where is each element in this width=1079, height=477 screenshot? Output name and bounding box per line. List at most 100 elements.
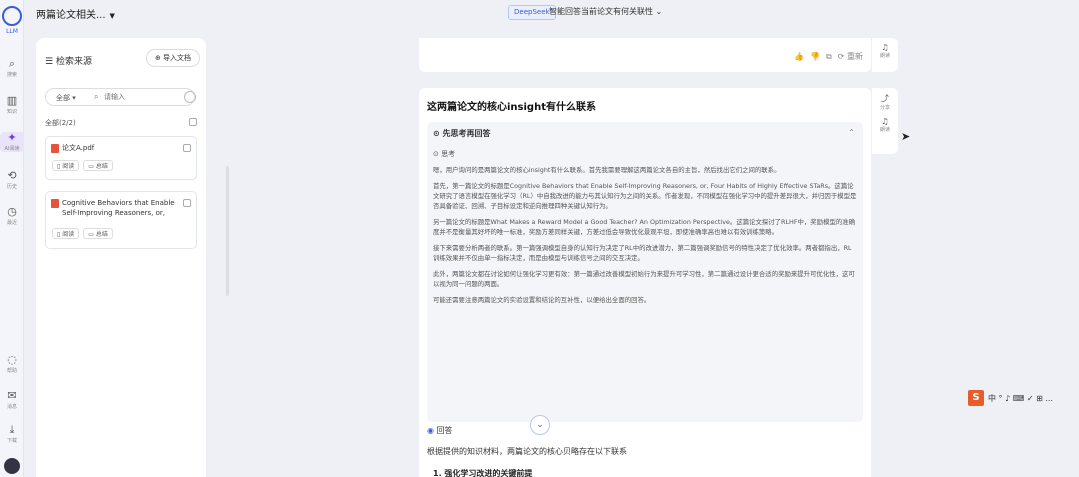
ime-logo-icon[interactable]: S <box>968 390 984 406</box>
rail-item-library[interactable]: ▥ 知识 <box>0 94 24 116</box>
rail-item-label: 消息 <box>6 404 17 410</box>
clear-search-icon[interactable] <box>184 91 196 103</box>
side-tool-share[interactable]: ⤴ 分享 <box>872 93 898 111</box>
thinking-small-icon: ⊙ <box>433 150 442 158</box>
chevron-down-icon: ⌄ <box>655 7 663 16</box>
rail-item-label: 历史 <box>6 184 17 190</box>
rail-item-bulb[interactable]: ◌ 帮助 <box>0 353 24 375</box>
action-label: 阅读 <box>62 163 75 170</box>
select-all-row: 全部(2/2) <box>45 118 197 128</box>
action-label: 总结 <box>95 163 108 170</box>
thinking-header[interactable]: ⊙ 先思考再回答 <box>433 128 491 139</box>
list-icon: ☰ <box>45 57 56 67</box>
regenerate-button[interactable]: ⟳ 重新 <box>838 52 863 61</box>
previous-message: 👍 👎 ⧉ ⟳ 重新 <box>419 38 871 72</box>
conversation-title: 两篇论文相关... <box>36 10 106 21</box>
summary-icon: ▭ <box>88 231 96 238</box>
thinking-icon: ⊙ <box>433 129 443 138</box>
side-tool-headphones[interactable]: ♫ 朗读 <box>872 117 898 133</box>
scroll-down-button[interactable]: ⌄ <box>530 415 550 435</box>
page-title[interactable]: 智能回答当前论文有何关联性 ⌄ <box>549 6 662 17</box>
headphones-icon: ♫ <box>881 117 889 126</box>
rail-item-ai-star[interactable]: ✦ AI阅读 <box>0 132 24 152</box>
left-rail: LLM ⌕ 搜索 ▥ 知识 ✦ AI阅读 ⟲ 历史 ◷ 最近 ◌ 帮助 ✉ 消息 ⤓ 下载 <box>0 0 24 477</box>
pdf-icon <box>51 199 59 208</box>
summary-button[interactable]: ▭ 总结 <box>83 228 113 239</box>
search-icon: ⌕ <box>94 92 99 101</box>
rail-item-history[interactable]: ⟲ 历史 <box>0 170 24 191</box>
thinking-paragraph: 嗯，用户询问的是两篇论文的核心insight有什么联系。首先我需要理解这两篇论文… <box>433 166 781 174</box>
app-logo-icon[interactable] <box>2 6 22 26</box>
search-input[interactable] <box>104 91 164 103</box>
ai-star-icon: ✦ <box>7 131 17 144</box>
thinking-title: 先思考再回答 <box>442 129 491 138</box>
library-icon: ▥ <box>6 94 18 107</box>
rail-item-label: 搜索 <box>6 72 17 78</box>
rail-item-label: 知识 <box>6 109 17 115</box>
ime-options[interactable]: 中 ° ♪ ⌨ ✓ ⊞ ... <box>988 393 1053 404</box>
thinking-content: 嗯，用户询问的是两篇论文的核心insight有什么联系。首先我需要理解这两篇论文… <box>433 165 857 311</box>
answer-intro: 根据提供的知识材料，两篇论文的核心贝略存在以下联系 <box>427 447 627 456</box>
rail-item-clock[interactable]: ◷ 最近 <box>0 206 24 227</box>
rail-item-label: AI阅读 <box>4 146 20 152</box>
summary-button[interactable]: ▭ 总结 <box>83 160 113 171</box>
chevron-down-icon: ▼ <box>109 12 115 20</box>
answer-title: 回答 <box>436 426 453 435</box>
panel-scrollbar[interactable] <box>226 166 229 296</box>
rail-item-download[interactable]: ⤓ 下载 <box>0 424 24 445</box>
message-toolbar: 👍 👎 ⧉ ⟳ 重新 <box>788 51 863 62</box>
side-tool-headphones[interactable]: ♫ 朗读 <box>872 43 898 59</box>
ime-toolbar: S 中 ° ♪ ⌨ ✓ ⊞ ... <box>968 390 1079 408</box>
document-name: 论文A.pdf <box>62 144 95 152</box>
document-actions: ▯ 阅读 ▭ 总结 <box>52 160 117 172</box>
read-button[interactable]: ▯ 阅读 <box>52 160 80 171</box>
action-label: 总结 <box>95 231 108 238</box>
panel-title: ☰ 检索来源 <box>45 54 92 67</box>
thinking-paragraph: 接下来需要分析两者的联系。第一篇强调模型自身的认知行为决定了RL中的改进潜力，第… <box>433 244 852 262</box>
source-panel: ☰ 检索来源 ⊕ 导入文档 全部 ▾ ⌕ 全部(2/2) 论文A.pdf ▯ 阅读… <box>36 38 229 477</box>
share-icon: ⤴ <box>881 94 889 103</box>
rail-item-search[interactable]: ⌕ 搜索 <box>0 57 24 79</box>
action-label: 阅读 <box>62 231 75 238</box>
thinking-box: ⊙ 先思考再回答 ⌃ ⊙ 思考 嗯，用户询问的是两篇论文的核心insight有什… <box>427 122 863 422</box>
side-tool-label: 朗读 <box>879 127 890 133</box>
document-name: Cognitive Behaviors that Enable Self-Imp… <box>62 199 175 217</box>
search-scope-select[interactable]: 全部 ▾ <box>56 93 76 103</box>
read-button[interactable]: ▯ 阅读 <box>52 228 80 239</box>
document-checkbox[interactable] <box>183 144 191 152</box>
bulb-icon: ◌ <box>7 353 17 366</box>
thinking-paragraph: 此外，两篇论文都在讨论如何让强化学习更有效：第一篇通过改善模型初始行为来提升可学… <box>433 270 855 288</box>
page-title-text: 智能回答当前论文有何关联性 <box>549 7 653 16</box>
answer-header: ◉ 回答 <box>427 425 453 436</box>
answer-subheading: 1. 强化学习改进的关键前提 <box>433 469 533 477</box>
copy-icon[interactable]: ⧉ <box>826 52 832 61</box>
thumbs-down-icon[interactable]: 👎 <box>810 52 820 61</box>
select-all-checkbox[interactable] <box>189 118 197 126</box>
collapse-icon[interactable]: ⌃ <box>848 128 855 137</box>
document-checkbox[interactable] <box>183 199 191 207</box>
document-actions: ▯ 阅读 ▭ 总结 <box>52 228 117 240</box>
thinking-subtitle: ⊙ 思考 <box>433 149 455 159</box>
pdf-icon <box>51 144 59 153</box>
thinking-paragraph: 首先，第一篇论文的标题是Cognitive Behaviors that Ena… <box>433 182 857 210</box>
document-card[interactable]: Cognitive Behaviors that Enable Self-Imp… <box>45 191 197 249</box>
panel-title-text: 检索来源 <box>55 57 92 67</box>
mouse-cursor-icon: ➤ <box>901 130 911 143</box>
import-label: 导入文档 <box>163 54 192 62</box>
select-all-label: 全部(2/2) <box>45 119 76 127</box>
thumbs-up-icon[interactable]: 👍 <box>794 52 804 61</box>
rail-item-label: 下载 <box>6 438 17 444</box>
document-card[interactable]: 论文A.pdf ▯ 阅读 ▭ 总结 <box>45 136 197 180</box>
avatar[interactable] <box>4 458 20 474</box>
plus-icon: ⊕ <box>154 54 164 62</box>
app-logo-label: LLM <box>6 28 18 35</box>
side-tools-top: ♫ 朗读 <box>872 38 898 72</box>
summary-icon: ▭ <box>88 163 96 170</box>
import-document-button[interactable]: ⊕ 导入文档 <box>146 49 200 67</box>
headphones-icon: ♫ <box>881 43 889 52</box>
conversation-title-dropdown[interactable]: 两篇论文相关... ▼ <box>36 6 115 21</box>
question-title: 这两篇论文的核心insight有什么联系 <box>427 102 596 113</box>
rail-item-mail[interactable]: ✉ 消息 <box>0 390 24 411</box>
side-tools-mid: ⤴ 分享 ♫ 朗读 <box>872 88 898 154</box>
search-icon: ⌕ <box>8 57 16 70</box>
